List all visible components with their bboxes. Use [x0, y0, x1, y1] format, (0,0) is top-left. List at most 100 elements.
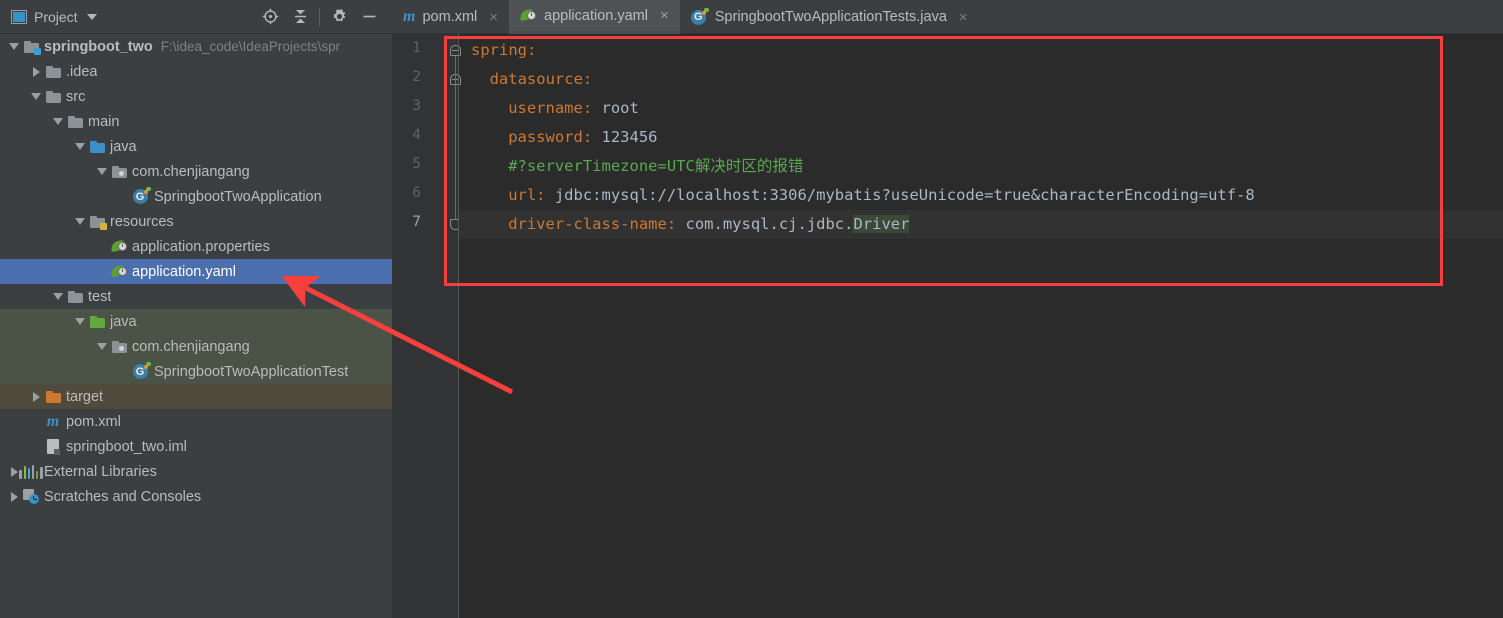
close-icon[interactable]: ×: [660, 8, 669, 23]
tab-springboot-two-application-tests-java[interactable]: G SpringbootTwoApplicationTests.java ×: [680, 0, 979, 34]
code-line: driver-class-name: com.mysql.cj.jdbc.Dri…: [508, 210, 910, 239]
tab-pom-xml[interactable]: m pom.xml ×: [392, 0, 509, 34]
chevron-right-icon[interactable]: [28, 389, 44, 405]
tree-row-test[interactable]: test: [0, 284, 392, 309]
tab-label: pom.xml: [422, 9, 478, 25]
line-number: 6: [412, 185, 421, 201]
code-line: username: root: [508, 94, 639, 123]
tree-row-label: application.properties: [132, 238, 270, 255]
code-token: #?serverTimezone=UTC解决时区的报错: [508, 157, 804, 175]
spring-leaf-icon: [109, 239, 128, 254]
tree-row-external-libraries[interactable]: External Libraries: [0, 459, 392, 484]
tree-row-application-properties[interactable]: application.properties: [0, 234, 392, 259]
tree-row-src[interactable]: src: [0, 84, 392, 109]
project-tree-panel[interactable]: springboot_two F:\idea_code\IdeaProjects\…: [0, 34, 392, 618]
chevron-down-icon[interactable]: [28, 89, 44, 105]
chevron-down-icon[interactable]: [72, 139, 88, 155]
chevron-down-icon[interactable]: [50, 114, 66, 130]
chevron-right-icon[interactable]: [6, 489, 22, 505]
spring-class-icon: G: [132, 187, 151, 205]
tree-row-com-chenjiangang[interactable]: com.chenjiangang: [0, 334, 392, 359]
chevron-down-icon[interactable]: [94, 164, 110, 180]
tab-application-yaml[interactable]: application.yaml ×: [509, 0, 680, 34]
tree-row-java[interactable]: java: [0, 134, 392, 159]
external-libraries-icon: [19, 464, 43, 479]
tree-row-springboot-two-iml[interactable]: springboot_two.iml: [0, 434, 392, 459]
project-toolwindow-title-group[interactable]: Project: [0, 9, 97, 25]
tree-row-java[interactable]: java: [0, 309, 392, 334]
tree-row-com-chenjiangang[interactable]: com.chenjiangang: [0, 159, 392, 184]
package-icon: [111, 340, 127, 353]
tree-row-pom-xml[interactable]: m pom.xml: [0, 409, 392, 434]
code-token: Driver: [853, 215, 910, 233]
tree-row-resources[interactable]: resources: [0, 209, 392, 234]
tree-row-idea[interactable]: .idea: [0, 59, 392, 84]
tree-row-icon: [66, 290, 84, 303]
code-token: spring:: [471, 41, 537, 59]
tree-row-springboottwoapplicationtest[interactable]: G SpringbootTwoApplicationTest: [0, 359, 392, 384]
tree-row-icon: [110, 340, 128, 353]
folder-green-icon: [89, 315, 105, 328]
tree-row-label: .idea: [66, 63, 98, 80]
collapse-all-icon[interactable]: [285, 2, 315, 32]
tree-row-label: test: [88, 288, 112, 305]
code-token: root: [592, 99, 639, 117]
tree-row-label: application.yaml: [132, 263, 236, 280]
line-number: 5: [412, 156, 421, 172]
tab-label: application.yaml: [544, 7, 648, 24]
folder-gray-icon: [67, 115, 83, 128]
folder-blue-icon: [89, 140, 105, 153]
code-token: password:: [508, 128, 593, 146]
tree-row-main[interactable]: main: [0, 109, 392, 134]
tree-row-application-yaml[interactable]: application.yaml: [0, 259, 392, 284]
tree-row-label: springboot_two: [44, 38, 153, 55]
intellij-idea-window: Project m pom.xml × application.yaml × G…: [0, 0, 1503, 618]
locate-target-icon[interactable]: [255, 2, 285, 32]
tree-row-springboottwoapplication[interactable]: G SpringbootTwoApplication: [0, 184, 392, 209]
chevron-down-icon[interactable]: [72, 314, 88, 330]
tree-row-label: src: [66, 88, 86, 105]
folder-gray-icon: [67, 290, 83, 303]
project-icon: [11, 9, 27, 24]
tree-row-label: target: [66, 388, 104, 405]
tree-row-icon: [88, 140, 106, 153]
editor-tab-bar: m pom.xml × application.yaml × G Springb…: [392, 0, 1503, 34]
code-token: datasource:: [489, 70, 593, 88]
tab-label: SpringbootTwoApplicationTests.java: [714, 9, 947, 25]
chevron-down-icon[interactable]: [94, 339, 110, 355]
chevron-down-icon[interactable]: [6, 39, 22, 55]
line-number: 3: [412, 98, 421, 114]
tree-row-icon: [110, 165, 128, 178]
tree-row-scratches-and-consoles[interactable]: Scratches and Consoles: [0, 484, 392, 509]
line-number: 1: [412, 40, 421, 56]
chevron-down-icon[interactable]: [86, 13, 97, 20]
code-token: com.mysql.cj.jdbc.: [676, 215, 854, 233]
code-editor[interactable]: 1234567 spring: datasource: username: root…: [392, 34, 1503, 618]
tree-row-label: springboot_two.iml: [66, 438, 187, 455]
close-icon[interactable]: ×: [489, 10, 498, 25]
settings-gear-icon[interactable]: [324, 2, 354, 32]
editor-code-area[interactable]: spring: datasource: username: root password…: [459, 34, 1503, 618]
tree-row-springboot-two[interactable]: springboot_two F:\idea_code\IdeaProjects\…: [0, 34, 392, 59]
line-number: 2: [412, 69, 421, 85]
tree-row-icon: G: [132, 187, 151, 205]
module-folder-icon: [23, 40, 41, 55]
tree-row-icon: [66, 115, 84, 128]
tree-row-icon: [19, 464, 43, 479]
project-tree: springboot_two F:\idea_code\IdeaProjects\…: [0, 34, 392, 509]
code-token: url:: [508, 186, 546, 204]
fold-region-line: [455, 56, 456, 220]
editor-gutter[interactable]: 1 2 3 4 5 6 7: [392, 34, 461, 618]
code-line: password: 123456: [508, 123, 657, 152]
tree-row-icon: [44, 90, 62, 103]
chevron-down-icon[interactable]: [72, 214, 88, 230]
chevron-down-icon[interactable]: [50, 289, 66, 305]
tree-row-target[interactable]: target: [0, 384, 392, 409]
tree-row-label: com.chenjiangang: [132, 338, 250, 355]
close-icon[interactable]: ×: [959, 10, 968, 25]
hide-minimize-icon[interactable]: [354, 2, 384, 32]
code-token: driver-class-name:: [508, 215, 677, 233]
tree-row-label: External Libraries: [44, 463, 157, 480]
chevron-right-icon[interactable]: [28, 64, 44, 80]
spring-class-icon: G: [132, 362, 151, 380]
